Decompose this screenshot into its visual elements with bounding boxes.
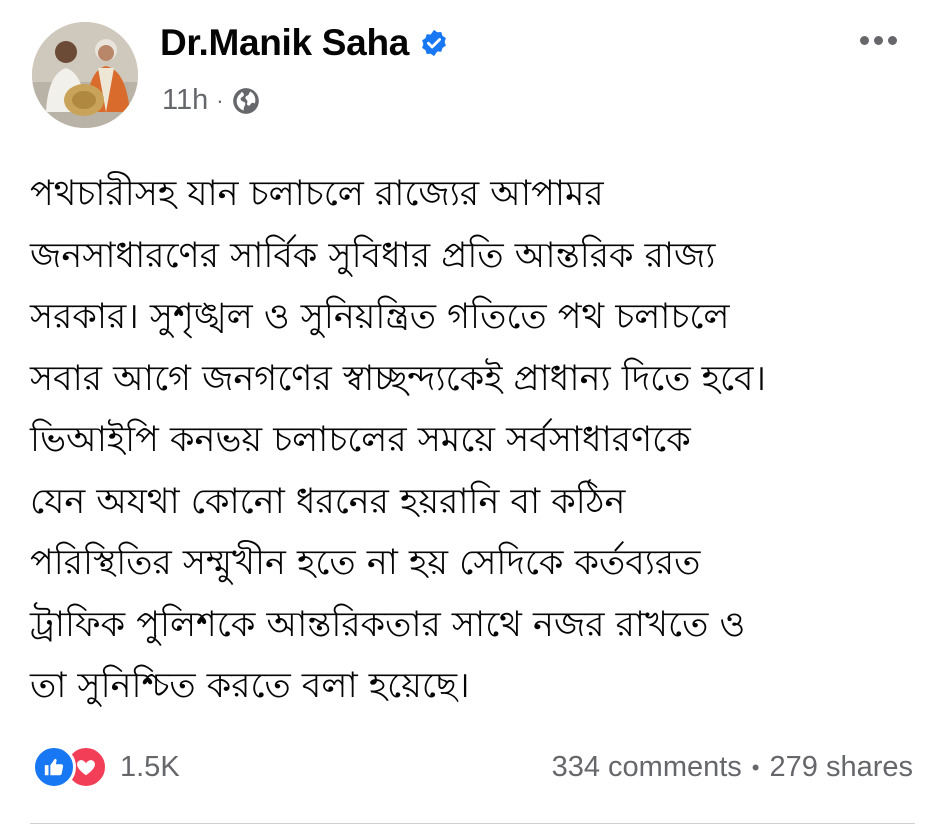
author-name[interactable]: Dr.Manik Saha	[160, 22, 409, 64]
avatar-photo	[32, 22, 138, 128]
shares-count-link[interactable]: 279 shares	[770, 751, 914, 784]
engagement-summary: 334 comments • 279 shares	[552, 751, 913, 784]
post-text-line: পরিস্থিতির সম্মুখীন হতে না হয় সেদিকে কর…	[30, 543, 701, 583]
engagement-separator: •	[751, 754, 760, 780]
post-text-line: যেন অযথা কোনো ধরনের হয়রানি বা কঠিন	[30, 481, 626, 522]
post-text-line: তা সুনিশ্চিত করতে বলা হয়েছে।	[30, 666, 470, 706]
reactions-summary[interactable]: 1.5K	[32, 745, 180, 789]
more-dot	[874, 36, 883, 45]
globe-icon[interactable]	[232, 87, 260, 115]
post-text-line: ভিআইপি কনভয় চলাচলের সময়ে সর্বসাধারণকে	[30, 420, 691, 460]
post-text-line: সরকার। সুশৃঙ্খল ও সুনিয়ন্ত্রিত গতিতে পথ…	[30, 297, 730, 337]
comments-count-link[interactable]: 334 comments	[552, 751, 742, 784]
author-row: Dr.Manik Saha	[160, 22, 449, 64]
verified-badge-icon	[422, 29, 446, 57]
meta-separator: ·	[216, 87, 224, 113]
post-text-line: ট্রাফিক পুলিশকে আন্তরিকতার সাথে নজর রাখত…	[30, 604, 746, 645]
post-text-line: পথচারীসহ যান চলাচলে রাজ্যের আপামর	[30, 174, 604, 214]
post-text-line: সবার আগে জনগণের স্বাচ্ছন্দ্যকেই প্রাধান্…	[30, 358, 767, 399]
more-dot	[860, 36, 869, 45]
post-text-line: জনসাধারণের সার্বিক সুবিধার প্রতি আন্তরিক…	[30, 235, 716, 276]
post-meta: 11h ·	[162, 84, 260, 117]
more-dot	[888, 36, 897, 45]
facebook-post: Dr.Manik Saha 11h · পথচারীসহ যান চলাচলে …	[0, 0, 945, 829]
reaction-count: 1.5K	[120, 750, 180, 783]
author-avatar[interactable]	[32, 22, 138, 128]
like-icon	[32, 745, 76, 789]
more-options-icon[interactable]	[854, 30, 903, 51]
post-timestamp[interactable]: 11h	[162, 84, 208, 117]
footer-divider	[30, 823, 915, 824]
post-body: পথচারীসহ যান চলাচলে রাজ্যের আপামর জনসাধা…	[30, 164, 930, 718]
